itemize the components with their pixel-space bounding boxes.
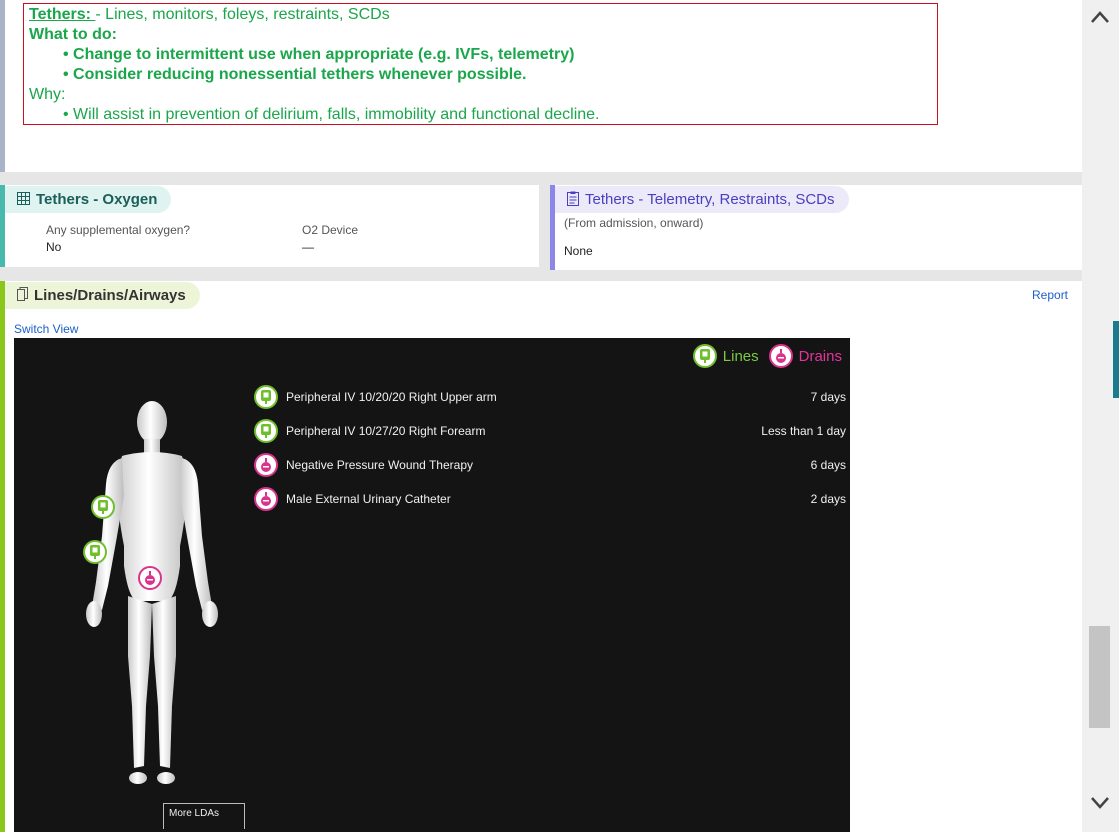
supplemental-oxygen-label: Any supplemental oxygen? (46, 223, 191, 237)
lda-row[interactable]: Negative Pressure Wound Therapy 6 days (254, 452, 846, 478)
lda-title: Lines/Drains/Airways (34, 287, 186, 304)
tethers-heading: Tethers: - Lines, monitors, foleys, rest… (29, 5, 937, 25)
legend-lines-label: Lines (722, 347, 759, 365)
why-list: Will assist in prevention of delirium, f… (29, 105, 937, 125)
o2-device-value: — (302, 240, 314, 254)
iv-bag-icon (254, 385, 278, 409)
scrollbar-thumb[interactable] (1089, 626, 1110, 728)
body-marker-drain[interactable] (138, 566, 162, 590)
supplemental-oxygen-value: No (46, 240, 62, 254)
legend-drains-label: Drains (798, 347, 842, 365)
what-to-do-item: Change to intermittent use when appropri… (63, 45, 937, 65)
side-panel-tab[interactable] (1113, 321, 1119, 398)
tethers-guidance-card: Tethers: - Lines, monitors, foleys, rest… (0, 0, 1082, 172)
chevron-up-icon[interactable] (1090, 8, 1110, 29)
vertical-scrollbar[interactable] (1082, 0, 1119, 832)
report-link[interactable]: Report (1032, 288, 1068, 302)
lda-row[interactable]: Peripheral IV 10/20/20 Right Upper arm 7… (254, 384, 846, 410)
lda-row[interactable]: Male External Urinary Catheter 2 days (254, 486, 846, 512)
telemetry-subtitle: (From admission, onward) (564, 216, 704, 230)
why-label: Why: (29, 86, 66, 103)
lines-drains-airways-panel: Lines/Drains/Airways Report Switch View … (0, 281, 1082, 832)
tethers-oxygen-title: Tethers - Oxygen (36, 191, 158, 208)
tethers-oxygen-panel: Tethers - Oxygen Any supplemental oxygen… (0, 185, 539, 267)
tethers-title-suffix: - Lines, monitors, foleys, restraints, S… (95, 6, 390, 23)
lda-header: Lines/Drains/Airways (5, 282, 200, 309)
what-to-do-label: What to do: (29, 26, 117, 43)
drain-bulb-icon (254, 487, 278, 511)
body-marker-iv-forearm[interactable] (83, 540, 107, 564)
telemetry-value: None (564, 244, 593, 258)
tethers-telemetry-header: Tethers - Telemetry, Restraints, SCDs (555, 186, 849, 213)
more-ldas-button[interactable]: More LDAs (163, 803, 245, 829)
iv-bag-icon (254, 419, 278, 443)
why-item: Will assist in prevention of delirium, f… (63, 105, 937, 125)
lda-duration: 6 days (810, 458, 846, 472)
switch-view-link[interactable]: Switch View (14, 322, 78, 336)
lda-legend: Lines Drains (692, 344, 842, 368)
lda-name: Negative Pressure Wound Therapy (286, 458, 473, 472)
drain-bulb-icon (254, 453, 278, 477)
documents-icon (17, 287, 28, 304)
body-marker-iv-upper-arm[interactable] (91, 495, 115, 519)
tethers-telemetry-title: Tethers - Telemetry, Restraints, SCDs (585, 191, 835, 208)
tethers-oxygen-header: Tethers - Oxygen (5, 186, 172, 213)
o2-device-label: O2 Device (302, 223, 359, 237)
clipboard-icon (567, 191, 579, 209)
tethers-telemetry-panel: Tethers - Telemetry, Restraints, SCDs (F… (550, 185, 1082, 270)
lda-duration: 2 days (810, 492, 846, 506)
tethers-title: Tethers: (29, 6, 96, 23)
iv-bag-icon (692, 344, 717, 368)
tethers-guidance-box: Tethers: - Lines, monitors, foleys, rest… (23, 3, 938, 125)
drain-bulb-icon (768, 344, 793, 368)
lda-name: Male External Urinary Catheter (286, 492, 451, 506)
lda-duration: 7 days (810, 390, 846, 404)
table-icon (17, 191, 30, 208)
lda-duration: Less than 1 day (761, 424, 846, 438)
lda-body-viewer: Lines Drains Peripheral IV 10/20/20 Righ… (14, 338, 850, 832)
lda-row[interactable]: Peripheral IV 10/27/20 Right Forearm Les… (254, 418, 846, 444)
body-figure (86, 401, 218, 784)
what-to-do-item: Consider reducing nonessential tethers w… (63, 65, 937, 85)
what-to-do-list: Change to intermittent use when appropri… (29, 45, 937, 85)
lda-name: Peripheral IV 10/20/20 Right Upper arm (286, 390, 497, 404)
chevron-down-icon[interactable] (1090, 794, 1110, 815)
lda-name: Peripheral IV 10/27/20 Right Forearm (286, 424, 486, 438)
